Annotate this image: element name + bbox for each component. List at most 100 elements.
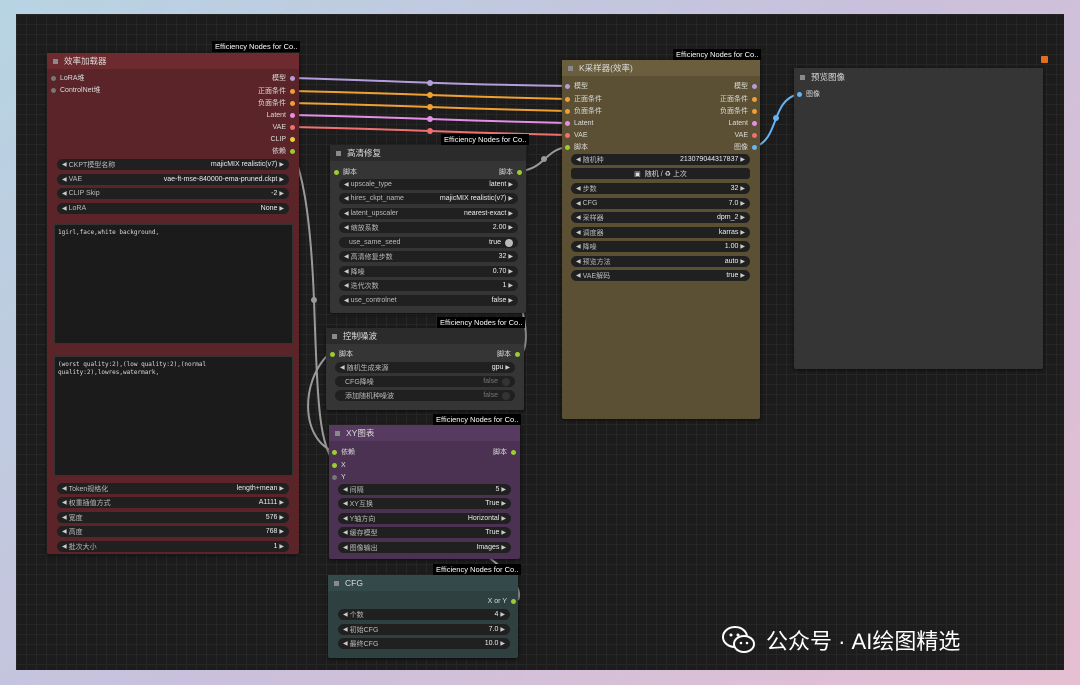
arrow-right-icon[interactable]: ▶ — [508, 282, 513, 289]
output-vae[interactable]: VAE — [273, 121, 295, 133]
clip-skip-widget[interactable]: ◀ CLIP Skip -2 ▶ — [57, 188, 289, 199]
arrow-left-icon[interactable]: ◀ — [343, 611, 348, 618]
output-negative[interactable]: 负面条件 — [258, 97, 295, 109]
arrow-right-icon[interactable]: ▶ — [279, 485, 284, 492]
arrow-left-icon[interactable]: ◀ — [344, 224, 349, 231]
grid-spacing-widget[interactable]: ◀ 间隔 5 ▶ — [338, 484, 511, 495]
arrow-right-icon[interactable]: ▶ — [279, 499, 284, 506]
cfg-node[interactable]: CFG X or Y ◀ 个数 4 ▶ ◀ 初始CFG 7.0 ▶ ◀ 最终CFG 10.0 ▶ — [328, 575, 518, 658]
arrow-right-icon[interactable]: ▶ — [500, 611, 505, 618]
arrow-left-icon[interactable]: ◀ — [343, 500, 348, 507]
input-lora-stack[interactable]: LoRA堆 — [51, 72, 85, 84]
denoise-widget[interactable]: ◀ 降噪 1.00 ▶ — [571, 241, 750, 252]
output-script[interactable]: 脚本 — [499, 166, 522, 178]
arrow-right-icon[interactable]: ▶ — [501, 544, 506, 551]
queue-badge-icon[interactable] — [1041, 56, 1048, 63]
arrow-left-icon[interactable]: ◀ — [576, 272, 581, 279]
arrow-left-icon[interactable]: ◀ — [343, 529, 348, 536]
upscale-type-widget[interactable]: ◀ upscale_type latent ▶ — [339, 179, 518, 190]
sampler-widget[interactable]: ◀ 采样器 dpm_2 ▶ — [571, 212, 750, 223]
arrow-left-icon[interactable]: ◀ — [62, 514, 67, 521]
vae-decode-widget[interactable]: ◀ VAE解码 true ▶ — [571, 270, 750, 281]
output-latent[interactable]: Latent — [729, 117, 757, 129]
arrow-right-icon[interactable]: ▶ — [279, 176, 284, 183]
output-vae[interactable]: VAE — [735, 129, 757, 141]
arrow-left-icon[interactable]: ◀ — [343, 626, 348, 633]
arrow-right-icon[interactable]: ▶ — [279, 190, 284, 197]
output-negative[interactable]: 负面条件 — [720, 105, 757, 117]
arrow-left-icon[interactable]: ◀ — [62, 499, 67, 506]
arrow-right-icon[interactable]: ▶ — [508, 253, 513, 260]
input-image[interactable]: 图像 — [797, 88, 820, 100]
height-widget[interactable]: ◀ 高度 768 ▶ — [57, 526, 289, 537]
collapse-icon[interactable] — [336, 150, 341, 156]
input-dependency[interactable]: 依赖 — [332, 446, 355, 458]
arrow-right-icon[interactable]: ▶ — [279, 514, 284, 521]
input-model[interactable]: 模型 — [565, 80, 588, 92]
image-output-widget[interactable]: ◀ 图像输出 Images ▶ — [338, 542, 511, 553]
noise-source-widget[interactable]: ◀ 随机生成来源 gpu ▶ — [335, 362, 515, 373]
arrow-left-icon[interactable]: ◀ — [62, 176, 67, 183]
lora-widget[interactable]: ◀ LoRA None ▶ — [57, 203, 289, 214]
arrow-right-icon[interactable]: ▶ — [500, 640, 505, 647]
output-positive[interactable]: 正面条件 — [258, 85, 295, 97]
width-widget[interactable]: ◀ 宽度 576 ▶ — [57, 512, 289, 523]
xy-plot-header[interactable]: XY图表 — [329, 425, 520, 441]
output-clip[interactable]: CLIP — [270, 133, 295, 145]
output-dependency[interactable]: 依赖 — [272, 145, 295, 157]
seed-control-button[interactable]: ▣ 随机 / ♻ 上次 — [571, 168, 750, 179]
input-y[interactable]: Y — [332, 471, 346, 483]
arrow-left-icon[interactable]: ◀ — [344, 268, 349, 275]
seed-widget[interactable]: ◀ 随机种 213079044317837 ▶ — [571, 154, 750, 165]
arrow-left-icon[interactable]: ◀ — [344, 195, 349, 202]
steps-widget[interactable]: ◀ 步数 32 ▶ — [571, 183, 750, 194]
arrow-right-icon[interactable]: ▶ — [501, 486, 506, 493]
preview-image-node[interactable]: 预览图像 图像 — [794, 68, 1043, 369]
arrow-right-icon[interactable]: ▶ — [740, 272, 745, 279]
arrow-left-icon[interactable]: ◀ — [343, 640, 348, 647]
arrow-left-icon[interactable]: ◀ — [62, 485, 67, 492]
arrow-right-icon[interactable]: ▶ — [740, 200, 745, 207]
xy-plot-node[interactable]: XY图表 依赖 X Y 脚本 ◀ 间隔 5 ▶ ◀ XY互换 True ▶ ◀ Y轴方向 Hor… — [329, 425, 520, 559]
collapse-icon[interactable] — [53, 58, 58, 64]
arrow-left-icon[interactable]: ◀ — [340, 364, 345, 371]
scheduler-widget[interactable]: ◀ 调度器 karras ▶ — [571, 227, 750, 238]
arrow-left-icon[interactable]: ◀ — [62, 161, 67, 168]
arrow-right-icon[interactable]: ▶ — [508, 181, 513, 188]
arrow-left-icon[interactable]: ◀ — [576, 258, 581, 265]
cfg-widget[interactable]: ◀ CFG 7.0 ▶ — [571, 198, 750, 209]
arrow-left-icon[interactable]: ◀ — [344, 210, 349, 217]
input-script[interactable]: 脚本 — [330, 348, 353, 360]
arrow-left-icon[interactable]: ◀ — [343, 515, 348, 522]
arrow-left-icon[interactable]: ◀ — [576, 200, 581, 207]
arrow-right-icon[interactable]: ▶ — [505, 364, 510, 371]
arrow-left-icon[interactable]: ◀ — [576, 185, 581, 192]
input-negative[interactable]: 负面条件 — [565, 105, 602, 117]
arrow-left-icon[interactable]: ◀ — [344, 282, 349, 289]
token-normalization-widget[interactable]: ◀ Token规格化 length+mean ▶ — [57, 483, 289, 494]
noise-control-node[interactable]: 控制噪波 脚本 脚本 ◀ 随机生成来源 gpu ▶ CFG降噪 false 添加随机种噪… — [326, 328, 524, 410]
ckpt-widget[interactable]: ◀ CKPT模型名称 majicMIX realistic(v7) ▶ — [57, 159, 289, 170]
collapse-icon[interactable] — [332, 333, 337, 339]
efficient-loader-node[interactable]: 效率加载器 LoRA堆 ControlNet堆 模型 正面条件 负面条件 Lat… — [47, 53, 299, 554]
arrow-right-icon[interactable]: ▶ — [501, 529, 506, 536]
collapse-icon[interactable] — [334, 580, 339, 586]
latent-upscaler-widget[interactable]: ◀ latent_upscaler nearest-exact ▶ — [339, 208, 518, 219]
input-script[interactable]: 脚本 — [565, 141, 588, 153]
arrow-right-icon[interactable]: ▶ — [508, 210, 513, 217]
output-script[interactable]: 脚本 — [497, 348, 520, 360]
arrow-right-icon[interactable]: ▶ — [740, 185, 745, 192]
output-model[interactable]: 模型 — [272, 72, 295, 84]
arrow-left-icon[interactable]: ◀ — [344, 297, 349, 304]
weight-interpretation-widget[interactable]: ◀ 权重插值方式 A1111 ▶ — [57, 497, 289, 508]
ksampler-node[interactable]: K采样器(效率) 模型 正面条件 负面条件 Latent VAE 脚本 模型 正… — [562, 60, 760, 419]
arrow-left-icon[interactable]: ◀ — [343, 486, 348, 493]
batch-count-widget[interactable]: ◀ 个数 4 ▶ — [338, 609, 510, 620]
iterations-widget[interactable]: ◀ 迭代次数 1 ▶ — [339, 280, 518, 291]
arrow-left-icon[interactable]: ◀ — [62, 543, 67, 550]
positive-prompt-textarea[interactable]: 1girl,face,white background, — [54, 224, 293, 344]
arrow-right-icon[interactable]: ▶ — [740, 214, 745, 221]
arrow-left-icon[interactable]: ◀ — [62, 528, 67, 535]
collapse-icon[interactable] — [800, 74, 805, 80]
arrow-right-icon[interactable]: ▶ — [508, 297, 513, 304]
